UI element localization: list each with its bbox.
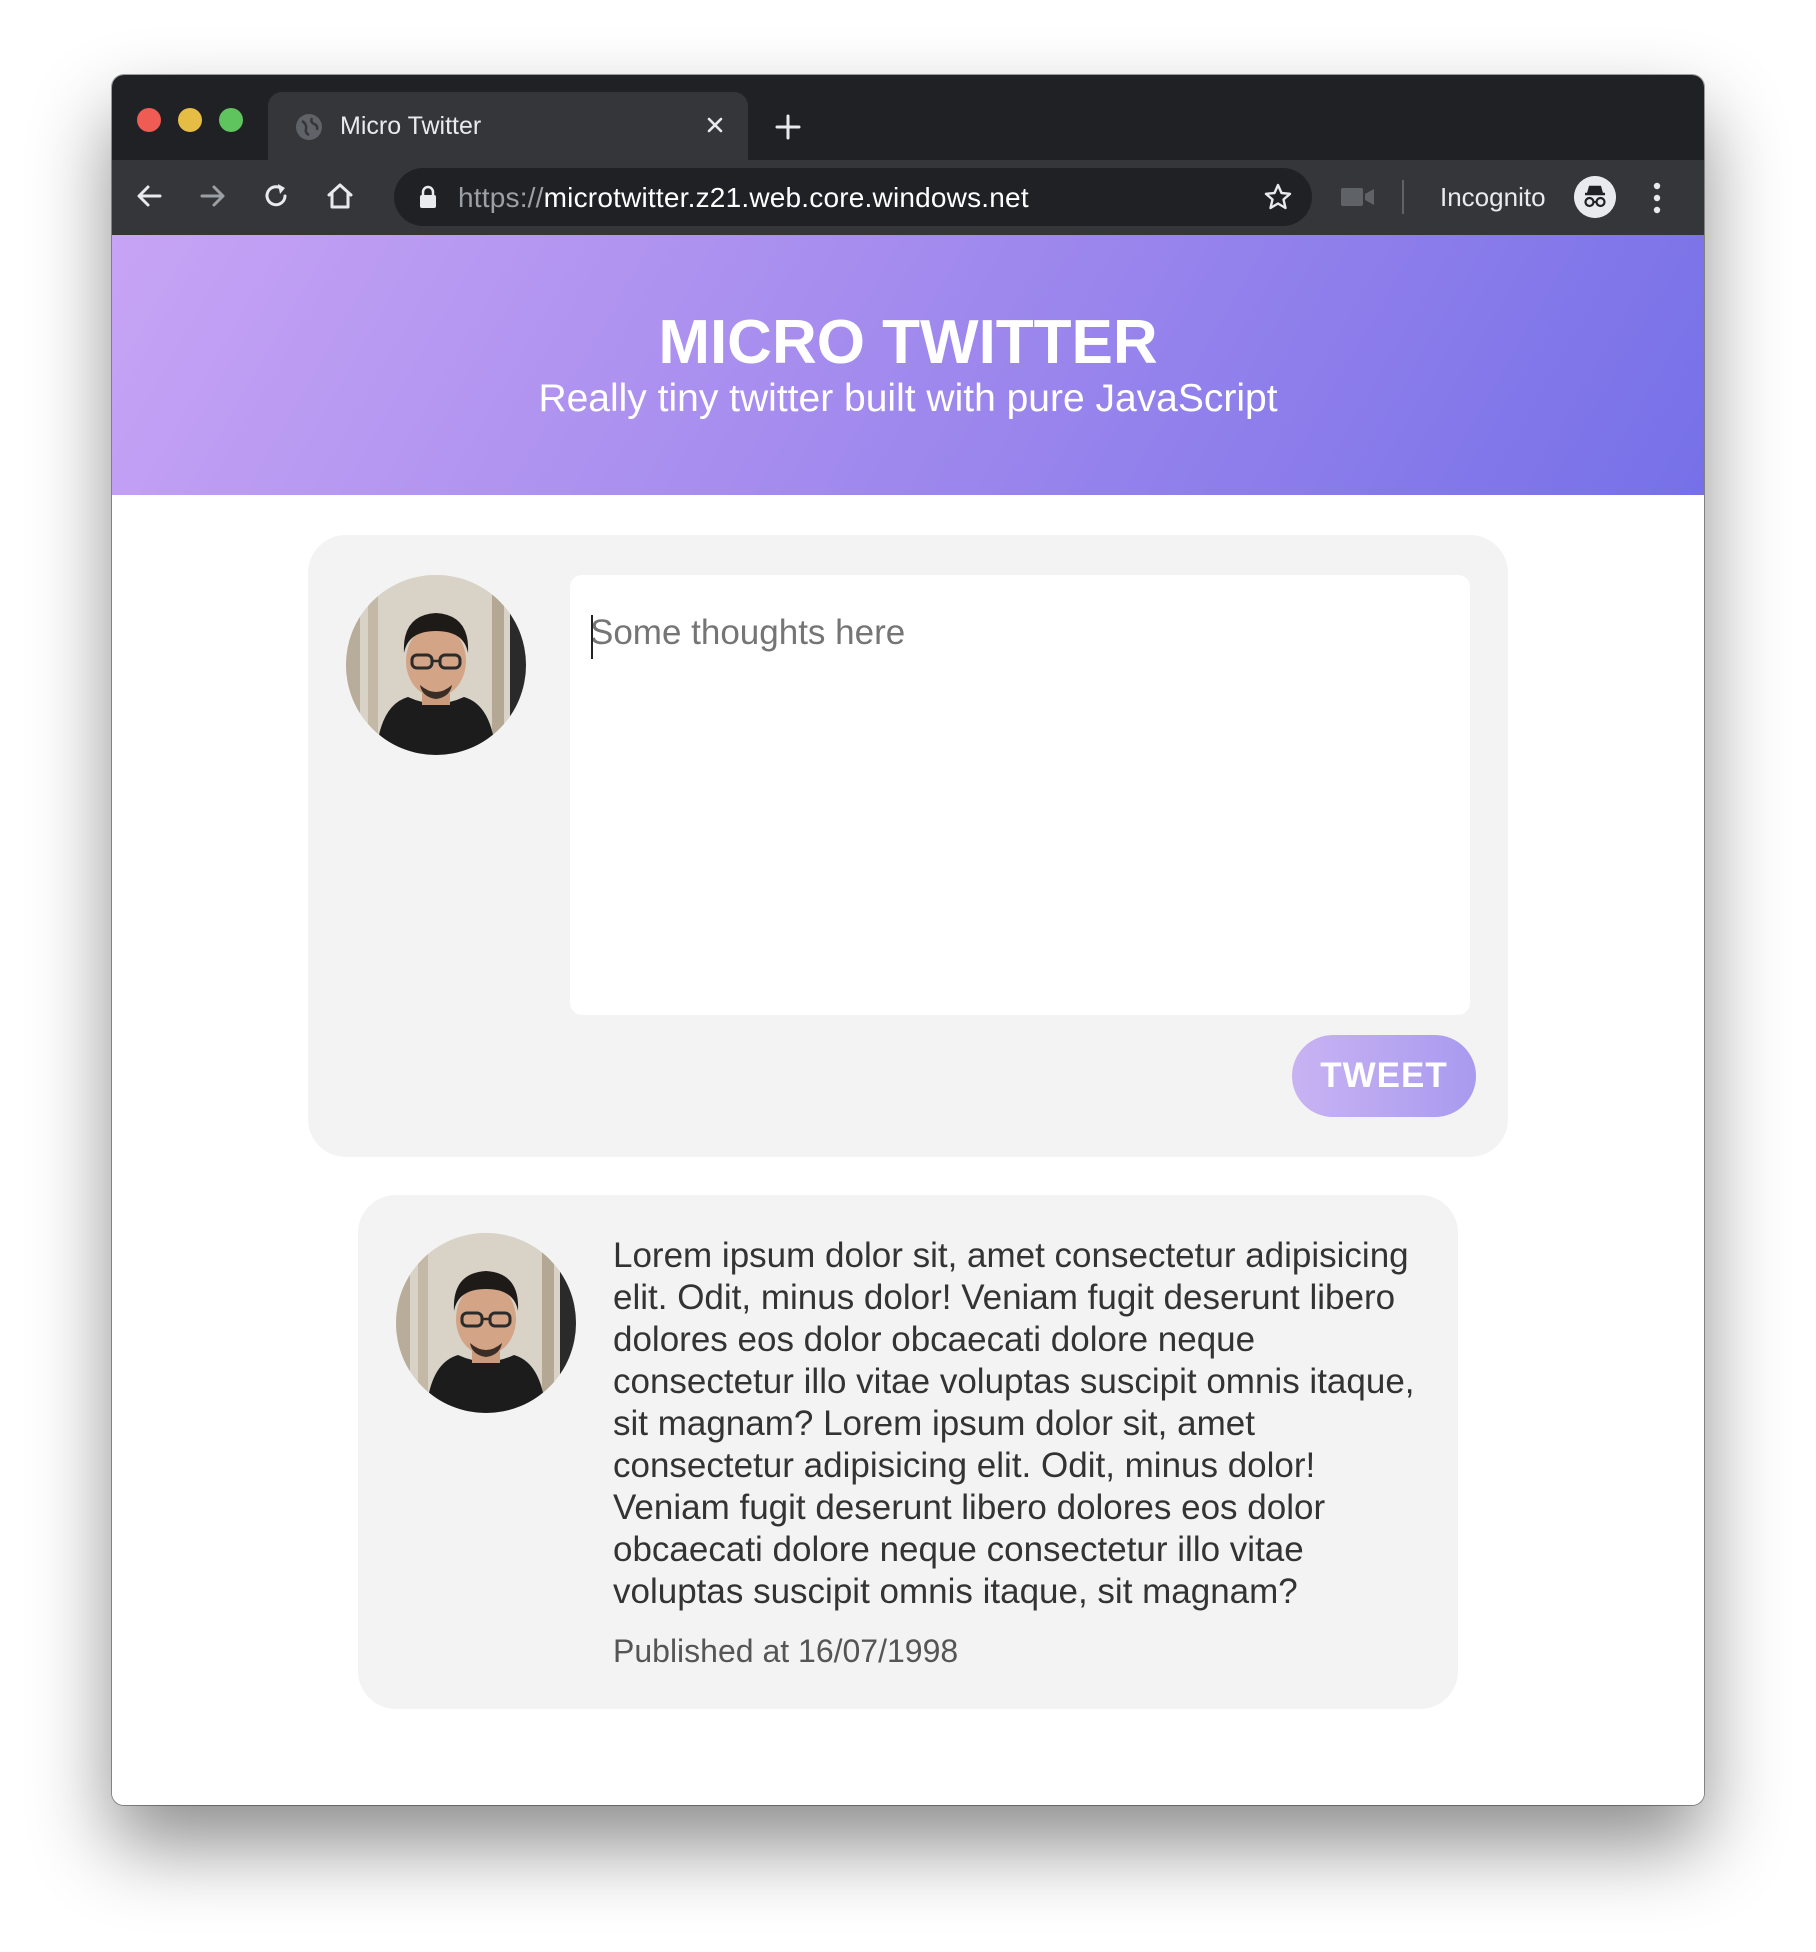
home-icon[interactable] [322, 178, 358, 214]
tab-title: Micro Twitter [340, 112, 482, 140]
tweet-card: Lorem ipsum dolor sit, amet consectetur … [358, 1195, 1458, 1709]
compose-card: TWEET [308, 535, 1508, 1157]
browser-toolbar: https://microtwitter.z21.web.core.window… [112, 160, 1704, 235]
compose-input[interactable] [570, 575, 1470, 1015]
globe-icon [296, 114, 322, 140]
minimize-window-button[interactable] [178, 108, 202, 132]
reload-icon[interactable] [258, 178, 294, 214]
header-banner: MICRO TWITTER Really tiny twitter built … [112, 235, 1704, 495]
page-subtitle: Really tiny twitter built with pure Java… [538, 377, 1278, 420]
tab-strip: Micro Twitter [112, 75, 1704, 160]
avatar-photo [346, 575, 526, 755]
kebab-menu-icon[interactable] [1652, 180, 1662, 216]
lock-icon [420, 185, 436, 208]
close-window-button[interactable] [137, 108, 161, 132]
text-caret [591, 615, 593, 659]
avatar [346, 575, 526, 755]
maximize-window-button[interactable] [219, 108, 243, 132]
close-icon[interactable] [700, 110, 730, 140]
page-title: MICRO TWITTER [658, 308, 1158, 377]
browser-window: Micro Twitter https://microtwitter.z21.w… [112, 75, 1704, 1805]
avatar-photo [396, 1233, 576, 1413]
url-text: https://microtwitter.z21.web.core.window… [458, 182, 1029, 213]
plus-icon[interactable] [772, 111, 804, 143]
star-icon[interactable] [1262, 181, 1294, 213]
address-bar[interactable]: https://microtwitter.z21.web.core.window… [394, 168, 1312, 226]
incognito-label: Incognito [1440, 182, 1546, 212]
tweet-published-date: Published at 16/07/1998 [613, 1633, 959, 1669]
tweet-text: Lorem ipsum dolor sit, amet consectetur … [613, 1236, 1415, 1611]
tweet-button[interactable]: TWEET [1292, 1035, 1476, 1117]
incognito-icon[interactable] [1574, 176, 1616, 218]
page-content: MICRO TWITTER Really tiny twitter built … [112, 235, 1704, 1805]
tab-micro-twitter[interactable]: Micro Twitter [268, 92, 748, 160]
avatar [396, 1233, 576, 1413]
arrow-right-icon[interactable] [194, 178, 230, 214]
toolbar-divider [1402, 180, 1404, 214]
camera-icon[interactable] [1340, 185, 1376, 209]
arrow-left-icon[interactable] [132, 178, 168, 214]
